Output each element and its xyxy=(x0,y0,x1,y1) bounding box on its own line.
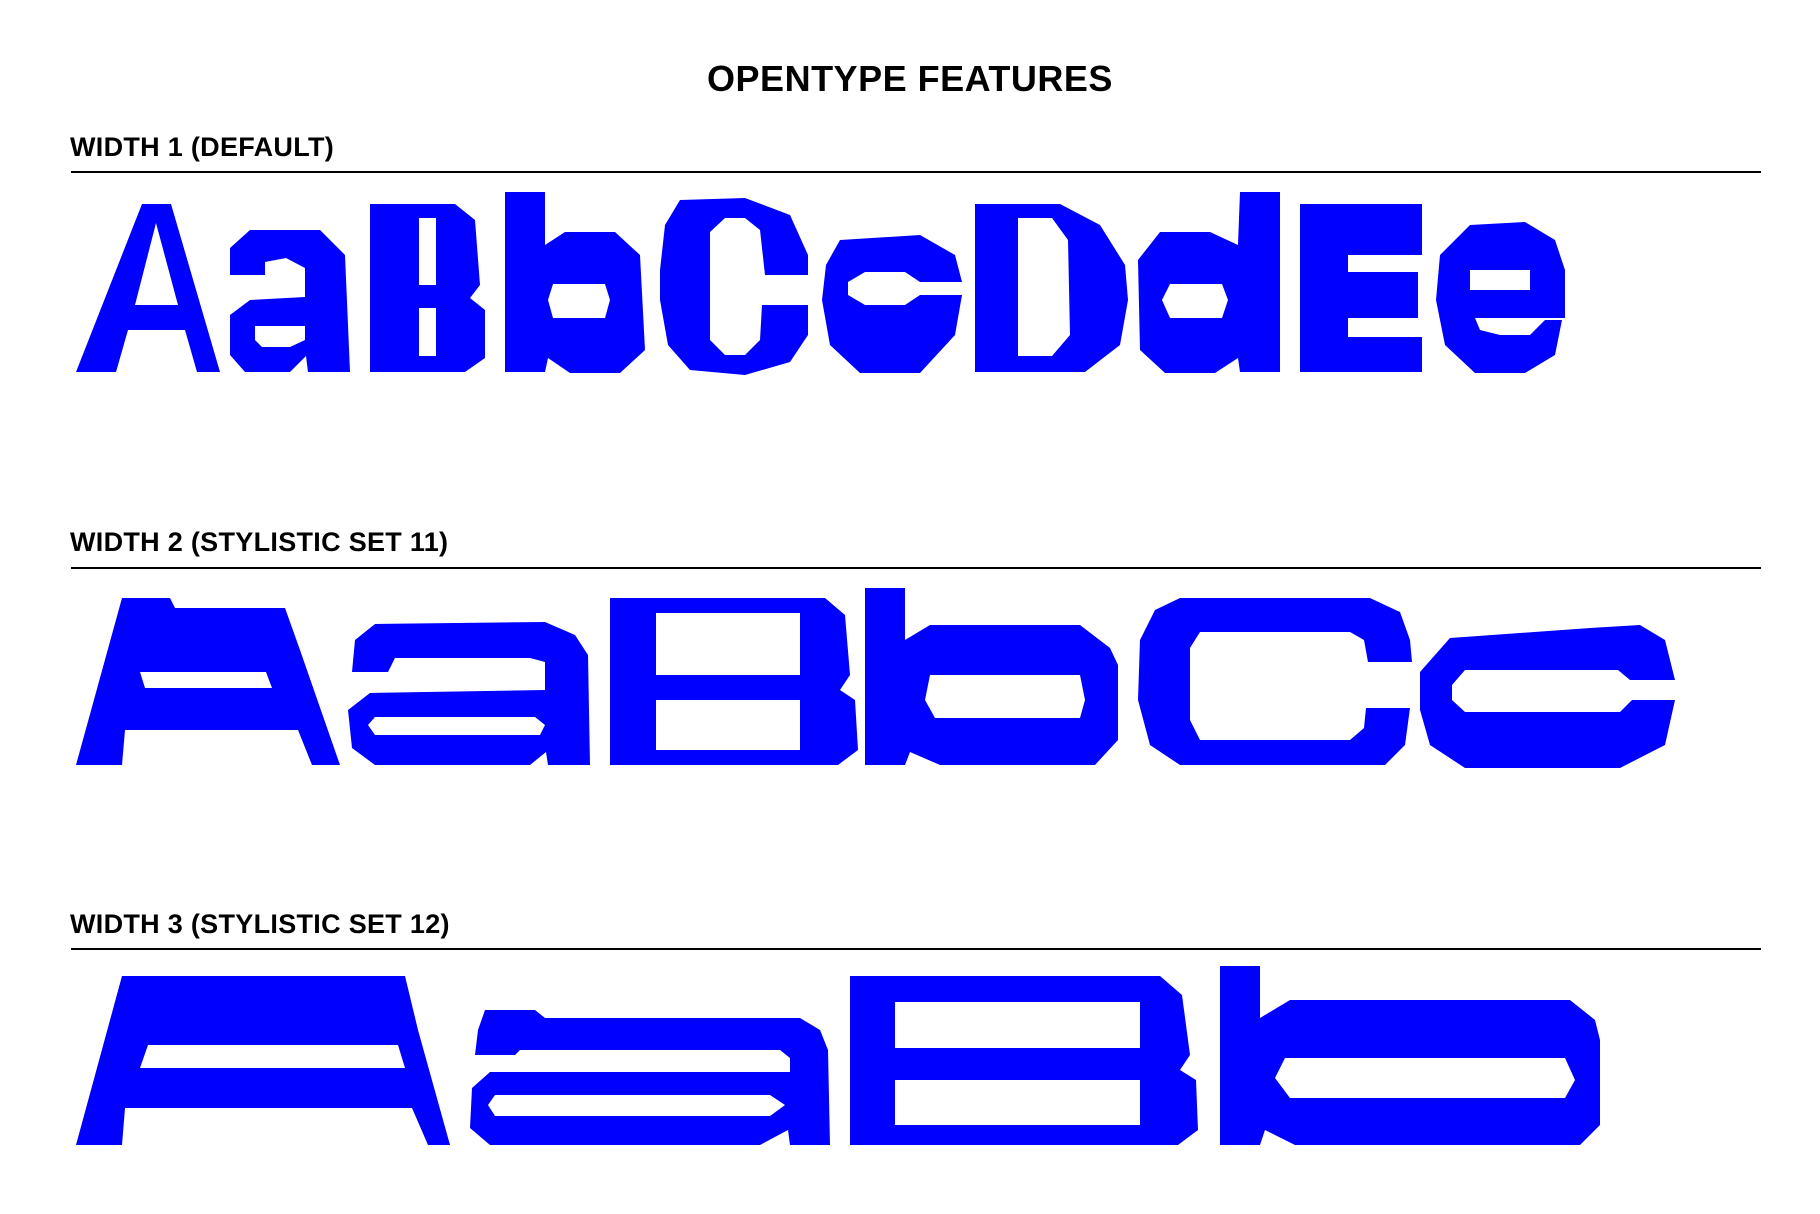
glyph-A-upper xyxy=(76,976,450,1145)
glyph-B-upper xyxy=(850,976,1198,1145)
glyph-a-lower xyxy=(470,1010,830,1145)
glyph-b-lower xyxy=(1220,966,1600,1145)
specimen-width-3 xyxy=(76,966,1600,1145)
